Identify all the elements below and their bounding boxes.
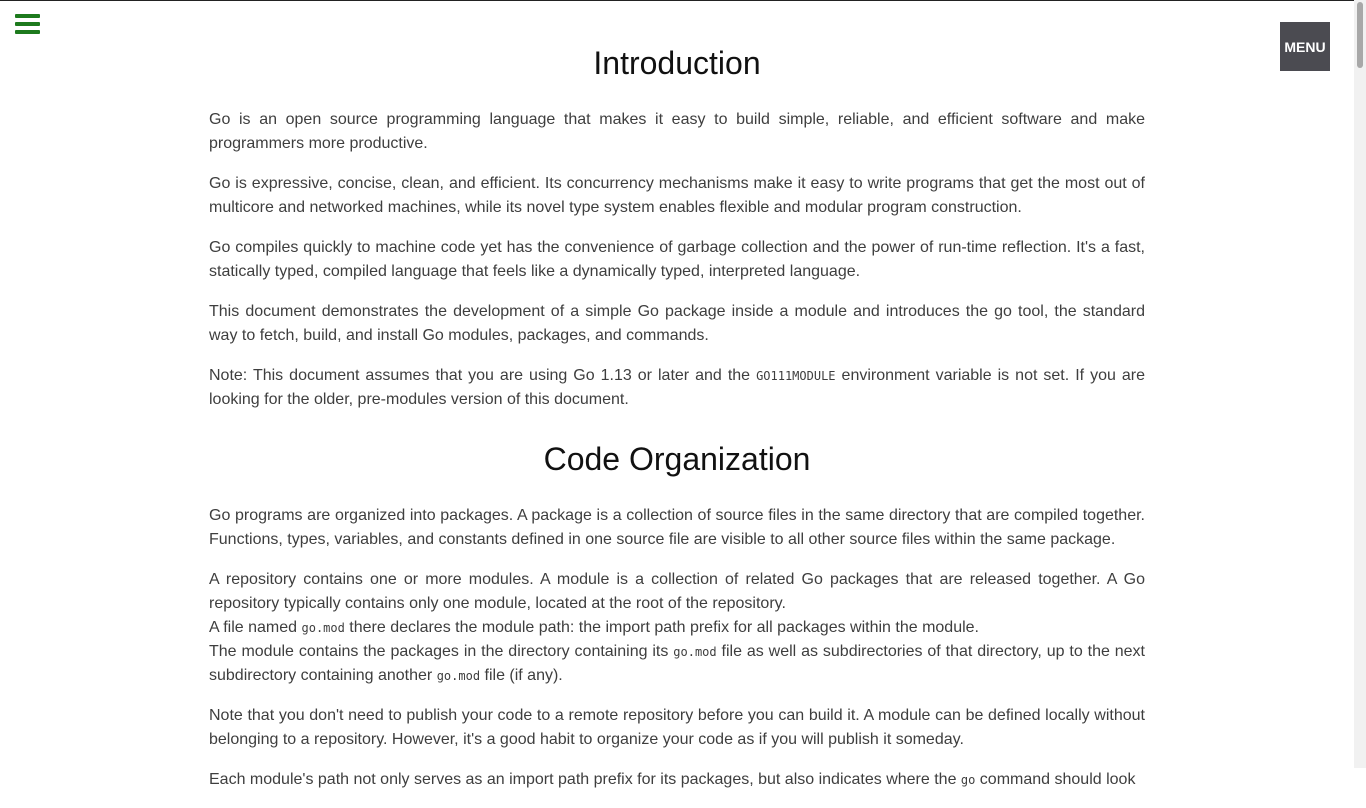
intro-paragraph: Go is an open source programming languag… [209, 111, 1145, 152]
code-org-paragraph: Go programs are organized into packages.… [209, 507, 1145, 548]
inline-code: go [960, 773, 976, 787]
inline-code: go.mod [673, 645, 717, 659]
text: Note: This document assumes that you are… [209, 367, 757, 384]
vertical-scrollbar[interactable] [1354, 0, 1366, 768]
text: command should look [975, 771, 1136, 788]
menu-button[interactable]: MENU [1280, 22, 1330, 71]
hamburger-bar [15, 22, 40, 26]
hamburger-bar [15, 14, 40, 18]
section-title-code-organization: Code Organization [543, 441, 811, 477]
article-content: Introduction Go is an open source progra… [209, 0, 1145, 808]
code-org-paragraph: Note that you don't need to publish your… [209, 707, 1145, 748]
intro-paragraph: Go compiles quickly to machine code yet … [209, 239, 1145, 280]
inline-code: go.mod [301, 621, 345, 635]
intro-note: Note: This document assumes that you are… [209, 364, 1145, 412]
code-org-paragraph: Each module's path not only serves as an… [209, 768, 1145, 792]
intro-paragraph: Go is expressive, concise, clean, and ef… [209, 175, 1145, 216]
text: file (if any). [480, 667, 563, 684]
code-org-paragraph: A repository contains one or more module… [209, 568, 1145, 688]
section-title-introduction: Introduction [593, 45, 761, 81]
intro-paragraph: This document demonstrates the developme… [209, 303, 1145, 344]
text: A repository contains one or more module… [209, 571, 1145, 612]
text: A file named [209, 619, 302, 636]
inline-code: GO111MODULE [756, 369, 836, 383]
text: Each module's path not only serves as an… [209, 771, 961, 788]
text: there declares the module path: the impo… [344, 619, 979, 636]
scrollbar-thumb[interactable] [1357, 2, 1363, 68]
hamburger-menu-icon[interactable] [15, 14, 40, 34]
hamburger-bar [15, 30, 40, 34]
text: The module contains the packages in the … [209, 643, 674, 660]
inline-code: go.mod [436, 669, 481, 683]
